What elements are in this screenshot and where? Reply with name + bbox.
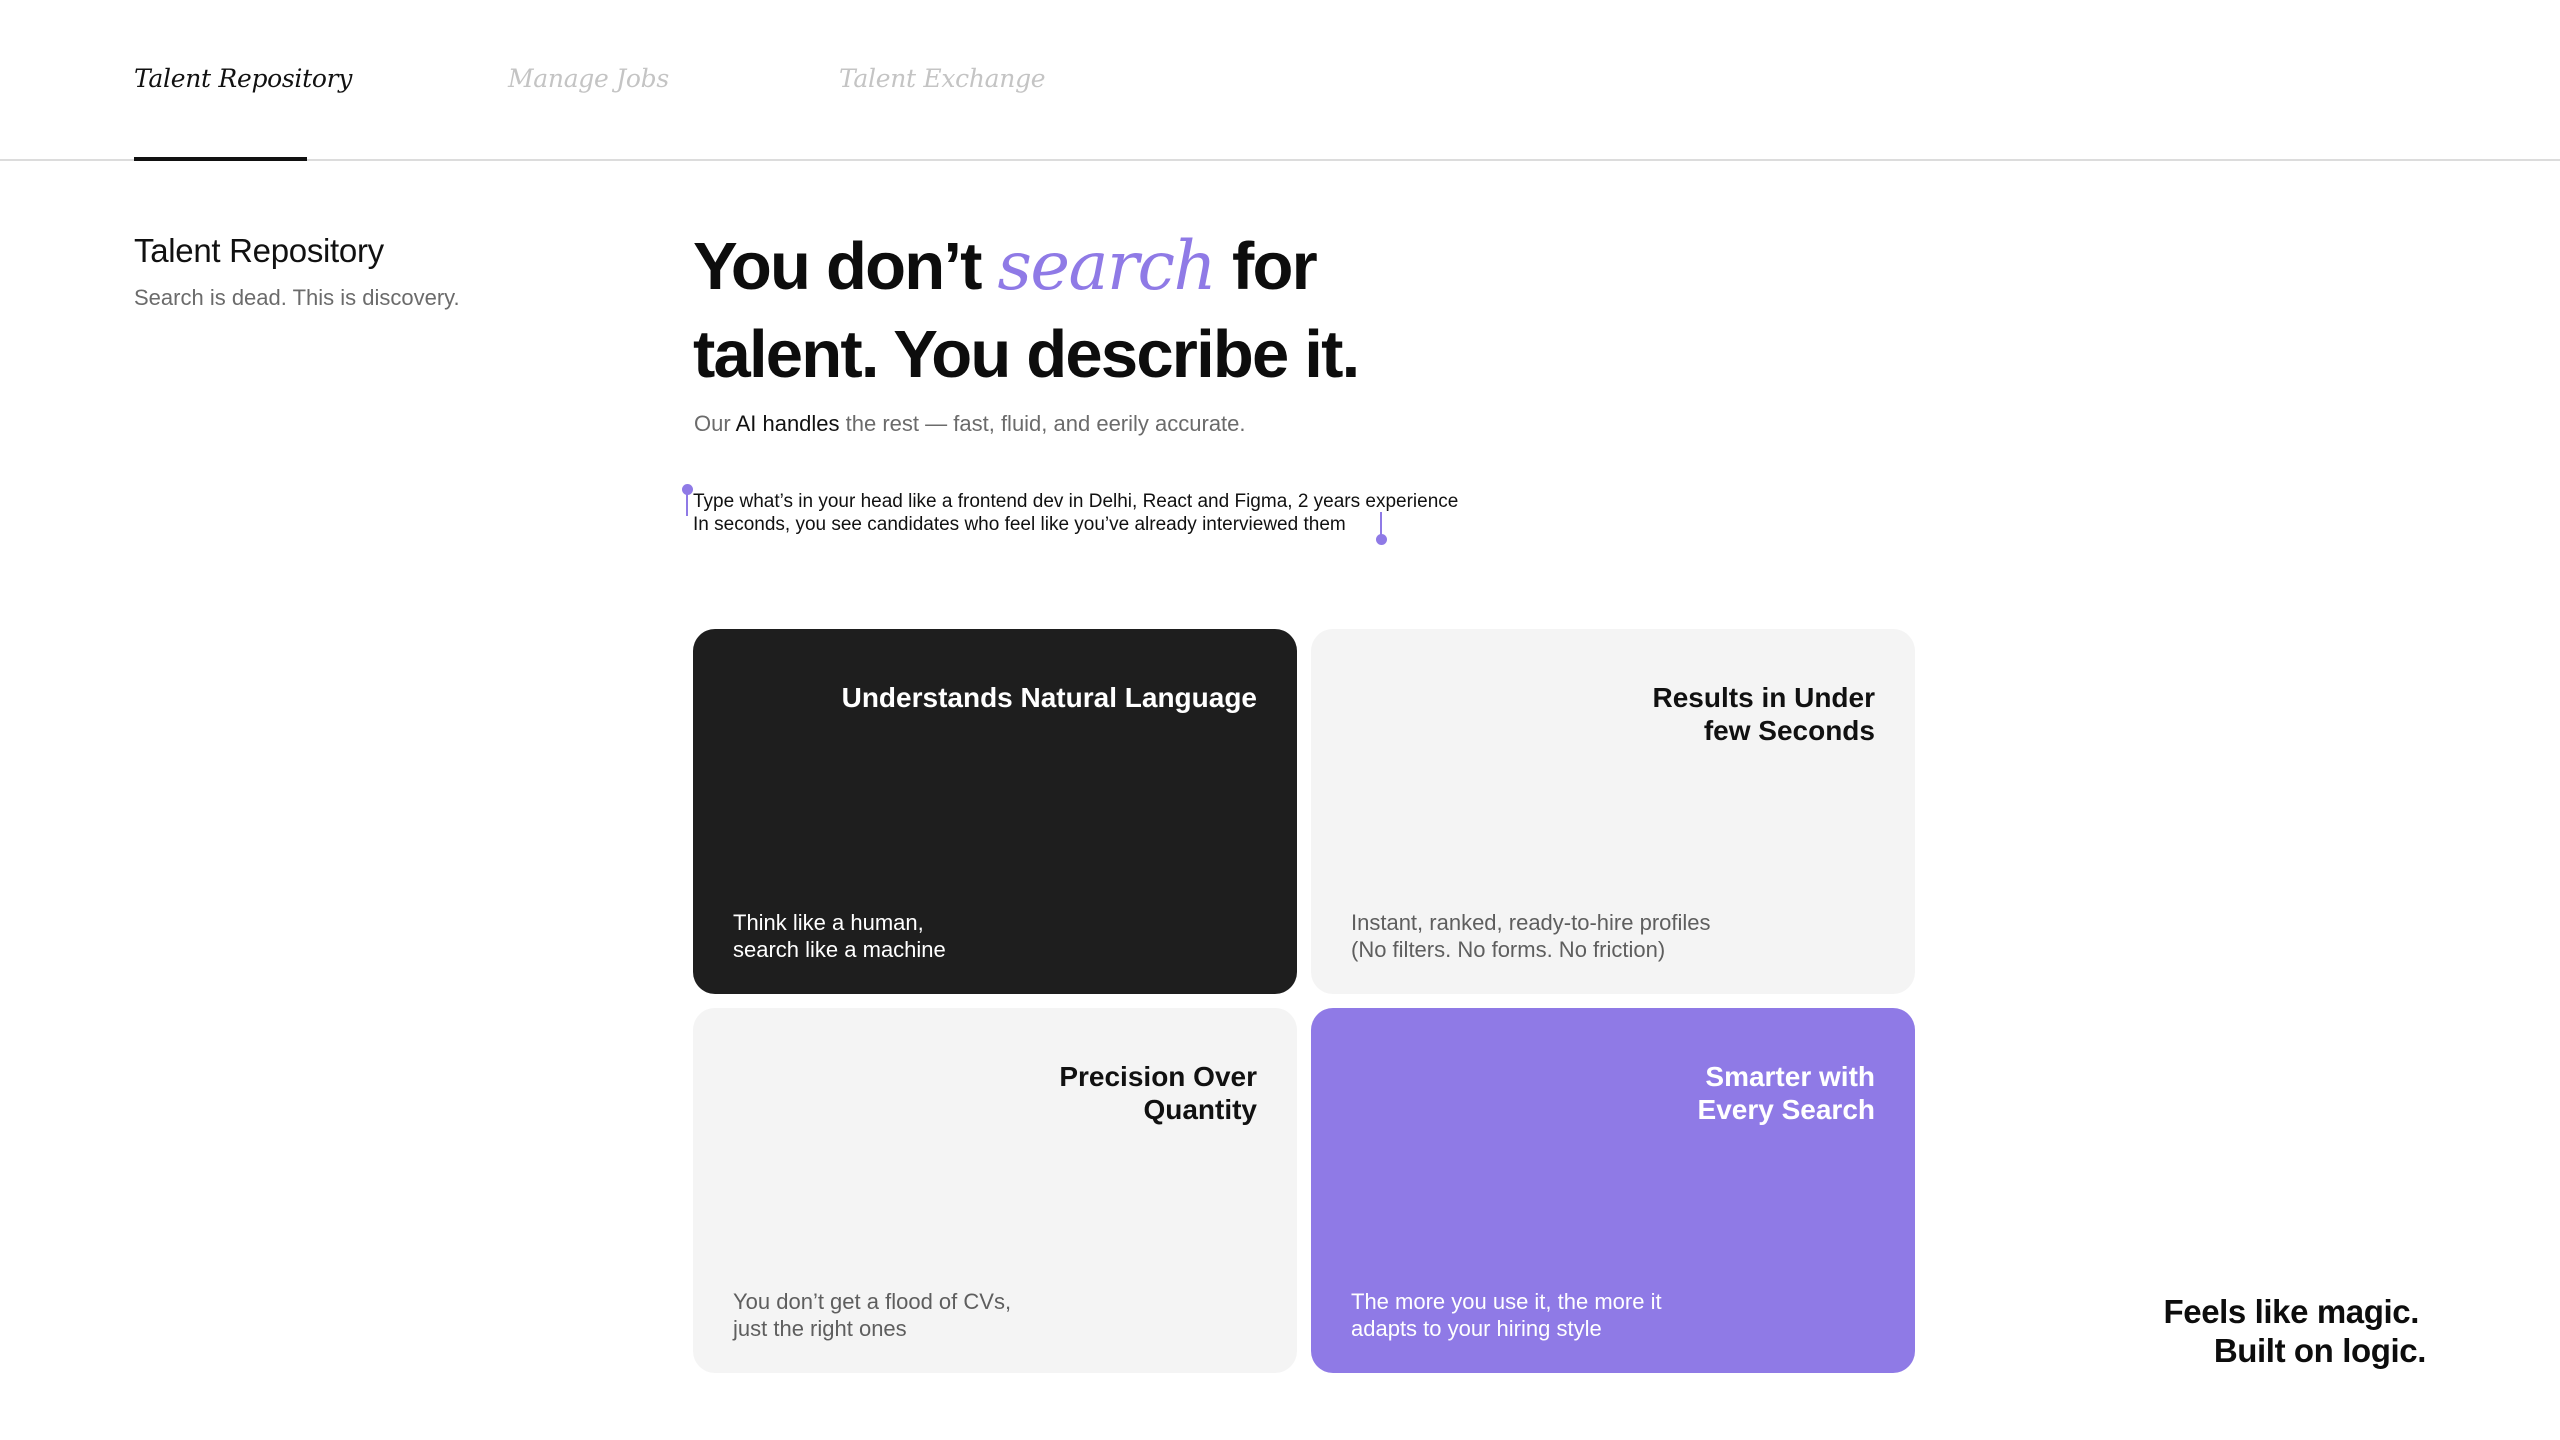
card-desc-line-2: search like a machine — [733, 937, 946, 962]
hero-line2: talent. You describe it. — [693, 317, 1360, 392]
tab-talent-repository[interactable]: Talent Repository — [134, 64, 352, 93]
selected-text-block[interactable]: Type what’s in your head like a frontend… — [682, 484, 1459, 545]
card-description: Instant, ranked, ready-to-hire profiles … — [1351, 909, 1871, 963]
footer-line-1: Feels like magic. — [2163, 1293, 2419, 1330]
card-title: Results in Under few Seconds — [1652, 682, 1875, 746]
tagline-prefix: Our — [694, 411, 736, 436]
selection-end-handle-icon[interactable] — [1376, 534, 1387, 545]
sidebar-title: Talent Repository — [134, 232, 384, 269]
feature-card-results-speed[interactable]: Results in Under few Seconds Instant, ra… — [1311, 629, 1915, 994]
feature-card-smarter[interactable]: Smarter with Every Search The more you u… — [1311, 1008, 1915, 1373]
hero-part2: for — [1215, 229, 1318, 304]
feature-card-natural-language[interactable]: Understands Natural Language Think like … — [693, 629, 1297, 994]
card-description: You don’t get a flood of CVs, just the r… — [733, 1288, 1253, 1342]
card-description: The more you use it, the more it adapts … — [1351, 1288, 1871, 1342]
selection-start-caret — [686, 490, 688, 516]
hero-tagline: Our AI handles the rest — fast, fluid, a… — [694, 411, 1246, 437]
active-tab-indicator — [134, 157, 307, 161]
hero-heading: You don’t search for talent. You describ… — [693, 222, 1493, 399]
card-title: Understands Natural Language — [841, 682, 1257, 713]
tab-manage-jobs[interactable]: Manage Jobs — [508, 64, 669, 93]
card-desc-line-2: (No filters. No forms. No friction) — [1351, 937, 1666, 962]
card-title: Smarter with Every Search — [1697, 1061, 1875, 1125]
footer-tagline: Feels like magic. Built on logic. — [1906, 1292, 2426, 1370]
card-title: Precision Over Quantity — [1059, 1061, 1257, 1125]
tab-talent-exchange[interactable]: Talent Exchange — [839, 64, 1046, 93]
feature-card-precision[interactable]: Precision Over Quantity You don’t get a … — [693, 1008, 1297, 1373]
top-navigation: Talent Repository Manage Jobs Talent Exc… — [0, 0, 2560, 161]
card-desc-line-2: adapts to your hiring style — [1351, 1316, 1602, 1341]
tagline-suffix: the rest — fast, fluid, and eerily accur… — [839, 411, 1246, 436]
card-desc-line-1: The more you use it, the more it — [1351, 1289, 1662, 1314]
hero-emphasis: search — [997, 227, 1217, 305]
tagline-strong: AI handles — [735, 411, 840, 436]
card-desc-line-1: Instant, ranked, ready-to-hire profiles — [1351, 910, 1711, 935]
hero-part1: You don’t — [693, 229, 998, 304]
card-desc-line-1: Think like a human, — [733, 910, 924, 935]
selected-text-line-2: In seconds, you see candidates who feel … — [693, 514, 1346, 535]
selected-text-line-1: Type what’s in your head like a frontend… — [693, 491, 1459, 512]
footer-line-2: Built on logic. — [2213, 1332, 2427, 1369]
card-desc-line-1: You don’t get a flood of CVs, — [733, 1289, 1012, 1314]
card-desc-line-2: just the right ones — [733, 1316, 907, 1341]
card-description: Think like a human, search like a machin… — [733, 909, 1253, 963]
sidebar-subtitle: Search is dead. This is discovery. — [134, 285, 460, 310]
